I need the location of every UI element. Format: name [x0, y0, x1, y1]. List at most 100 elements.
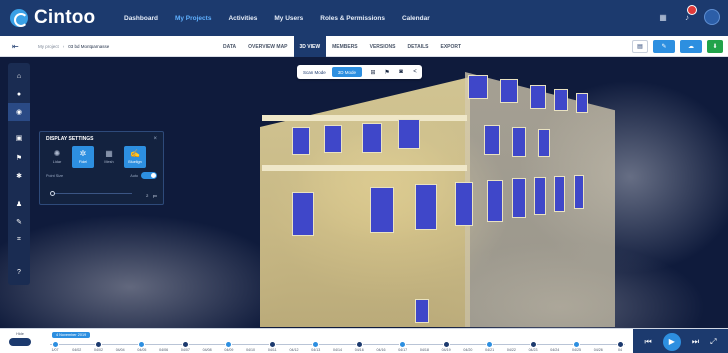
breadcrumb-my-project[interactable]: My project — [38, 44, 59, 49]
window — [554, 89, 568, 111]
timeline-date-label: 04/14 — [333, 348, 342, 352]
skip-back-icon[interactable]: ⏮ — [645, 337, 652, 347]
menu-calendar[interactable]: Calendar — [402, 15, 430, 22]
bell-icon[interactable]: ♪ — [680, 5, 697, 24]
point-size-unit: px — [152, 193, 157, 198]
mode-bluelign[interactable]: ✍ Bluelign — [124, 146, 146, 168]
person-icon[interactable]: ♟ — [8, 195, 30, 213]
mode-mesh[interactable]: ▦ Mesh — [98, 146, 120, 168]
notification-badge — [687, 5, 697, 15]
timeline-node[interactable] — [94, 341, 102, 348]
flag-tool-icon[interactable]: ⚑ — [8, 149, 30, 167]
mode-fidel[interactable]: ✲ Fidel — [72, 146, 94, 168]
timeline-node[interactable] — [486, 341, 494, 348]
mode-label: Mesh — [104, 160, 114, 164]
menu-activities[interactable]: Activities — [228, 15, 257, 22]
close-icon[interactable]: × — [153, 136, 157, 142]
bluelign-icon: ✍ — [130, 149, 140, 158]
timeline-bar: Hide 4 November 2019 1/07 04/02 04/02 04/04… — [0, 328, 728, 353]
fidel-icon: ✲ — [79, 149, 87, 158]
window — [487, 180, 503, 222]
menu-my-users[interactable]: My Users — [274, 15, 303, 22]
cintoo-logo-icon — [10, 9, 28, 27]
window — [292, 192, 314, 236]
window — [370, 187, 394, 233]
play-button[interactable]: ▶ — [662, 332, 681, 351]
slider-thumb[interactable] — [50, 190, 55, 196]
timeline-date-label: 04 — [618, 348, 622, 352]
display-settings-icon[interactable]: ▣ — [8, 129, 30, 147]
tab-members[interactable]: MEMBERS — [326, 36, 364, 57]
tab-details[interactable]: DETAILS — [401, 36, 434, 57]
breadcrumb-project-name: 03 bd Montparnasse — [68, 43, 110, 49]
point-size-slider[interactable] — [50, 190, 132, 196]
timeline-node[interactable] — [399, 341, 407, 348]
timeline-date-label: 04/05 — [137, 348, 147, 352]
timeline-node[interactable] — [51, 341, 59, 348]
timeline-node[interactable] — [225, 341, 233, 348]
timeline-node[interactable] — [181, 341, 189, 348]
breadcrumb-separator: › — [62, 43, 65, 49]
tab-3d-view[interactable]: 3D VIEW — [293, 36, 327, 57]
camera-icon[interactable]: ◙ — [394, 67, 408, 77]
measure-icon[interactable]: ⊞ — [366, 67, 380, 77]
timeline-node[interactable] — [573, 341, 581, 348]
help-icon[interactable]: ? — [8, 263, 30, 281]
3d-mode-button[interactable]: 3D Mode — [331, 67, 363, 77]
crop-icon[interactable]: ⌗ — [8, 231, 30, 249]
timeline-date-label: 04/02 — [93, 348, 103, 352]
user-avatar[interactable] — [704, 9, 720, 25]
timeline-node[interactable] — [268, 341, 276, 348]
window — [324, 125, 342, 153]
timeline-toggle[interactable] — [9, 338, 31, 346]
flag-icon[interactable]: ⚑ — [380, 67, 394, 77]
window — [468, 75, 488, 99]
window — [534, 177, 546, 215]
cornice — [262, 115, 467, 121]
timeline-hide-label: Hide — [16, 332, 24, 336]
timeline-node[interactable] — [138, 341, 146, 348]
tab-export[interactable]: EXPORT — [435, 36, 468, 57]
tab-overview-map[interactable]: OVERVIEW MAP — [242, 36, 293, 57]
timeline-date-label: 04/21 — [485, 348, 495, 352]
scan-mode-button[interactable]: Scan Mode — [297, 67, 332, 77]
timeline-node[interactable] — [529, 341, 537, 348]
navigation-icon[interactable]: ◉ — [8, 103, 30, 121]
upload-button[interactable]: ☁ — [680, 40, 702, 53]
timeline-node[interactable] — [616, 341, 624, 348]
settings-button[interactable]: ✎ — [653, 40, 675, 53]
brand-name: Cintoo — [34, 7, 96, 28]
grid-icon[interactable]: ▦ — [656, 10, 670, 24]
menu-roles-permissions[interactable]: Roles & Permissions — [320, 15, 385, 22]
timeline-date-label: 04/10 — [246, 348, 256, 352]
timeline-track[interactable] — [50, 344, 625, 345]
mode-lidar[interactable]: ✺ Lidar — [46, 146, 68, 168]
tab-versions[interactable]: VERSIONS — [364, 36, 402, 57]
timeline-date-label: 04/08 — [202, 348, 212, 352]
export-button[interactable]: ⬇ — [707, 40, 723, 53]
share-icon[interactable]: < — [408, 67, 422, 77]
cintoo-logo[interactable]: Cintoo — [10, 7, 106, 29]
timeline-date-label: 04/04 — [115, 348, 125, 352]
window — [576, 93, 588, 113]
lidar-icon: ✺ — [53, 149, 61, 158]
mesh-icon: ▦ — [105, 149, 113, 158]
menu-my-projects[interactable]: My Projects — [175, 15, 212, 22]
auto-toggle[interactable] — [141, 172, 157, 179]
home-icon[interactable]: ⌂ — [8, 67, 30, 85]
gear-icon[interactable]: ✱ — [8, 167, 30, 185]
project-tabs: DATA OVERVIEW MAP 3D VIEW MEMBERS VERSIO… — [217, 36, 467, 57]
timeline-node[interactable] — [312, 341, 320, 348]
skip-forward-icon[interactable]: ⏭ — [692, 337, 699, 347]
tab-data[interactable]: DATA — [217, 36, 242, 57]
pencil-icon[interactable]: ✎ — [8, 213, 30, 231]
timeline-node[interactable] — [355, 341, 363, 348]
timeline-node[interactable] — [442, 341, 450, 348]
fullscreen-icon[interactable]: ⤢ — [710, 337, 716, 347]
list-view-button[interactable]: ▤ — [632, 40, 648, 53]
location-icon[interactable]: ● — [8, 85, 30, 103]
menu-dashboard[interactable]: Dashboard — [124, 15, 158, 22]
collapse-icon[interactable]: ⇤ — [12, 41, 22, 51]
breadcrumb: My project › 03 bd Montparnasse — [38, 44, 109, 49]
timeline-date-label: 04/26 — [593, 348, 603, 352]
